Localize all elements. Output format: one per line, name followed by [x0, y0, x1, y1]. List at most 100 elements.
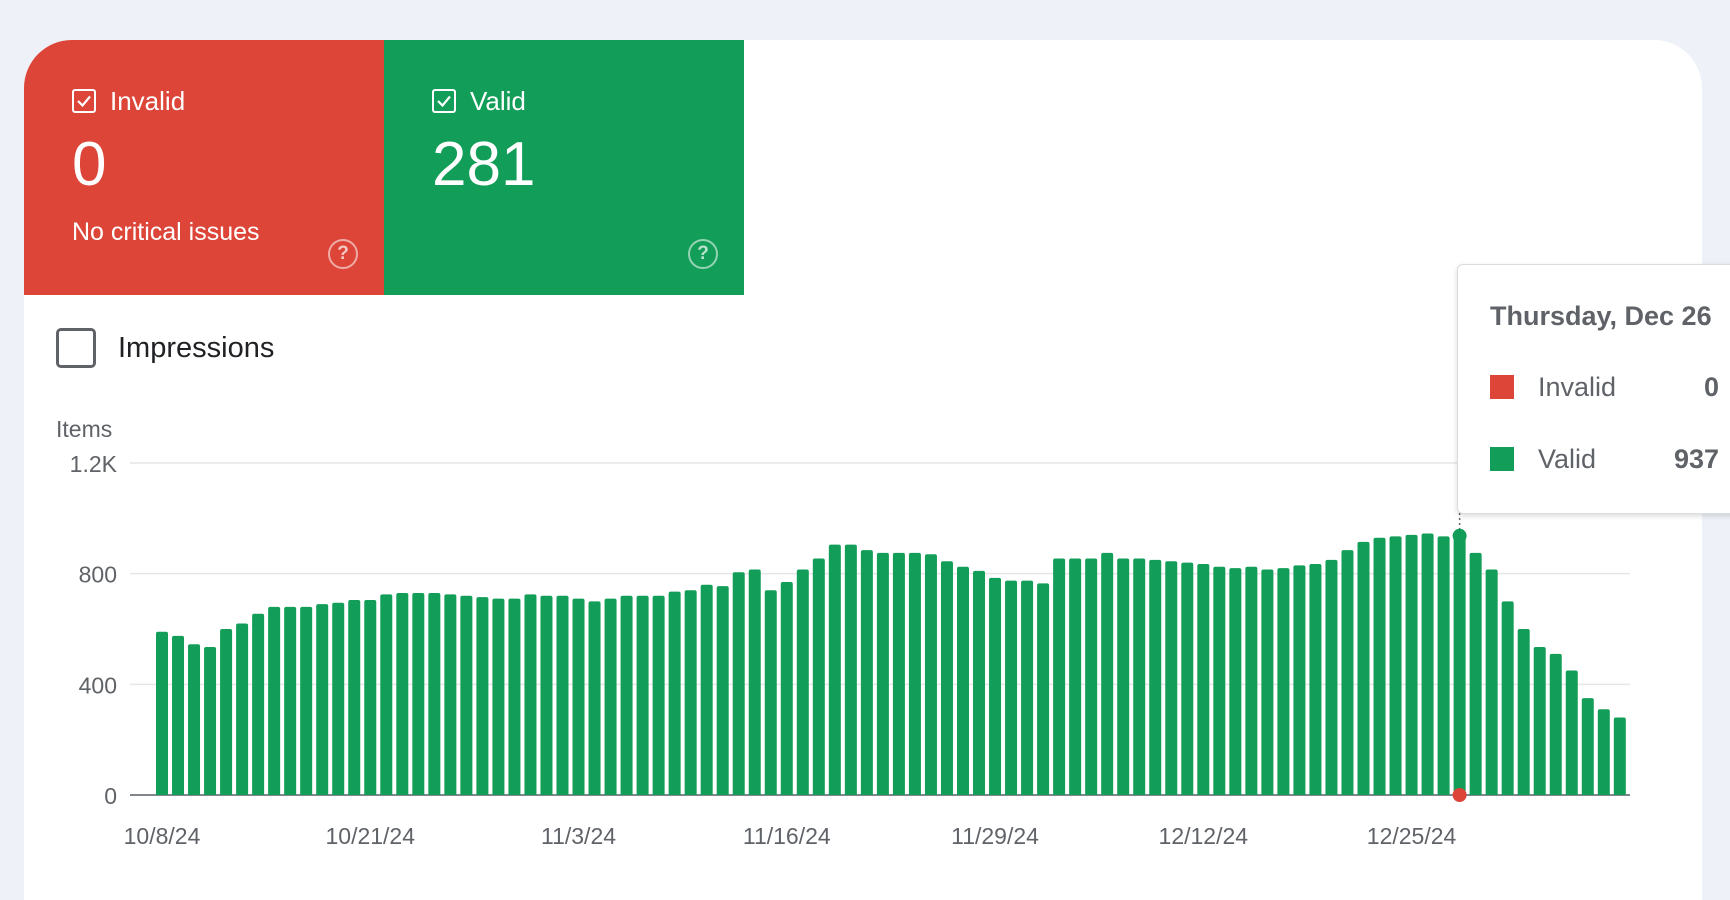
bar-valid [1149, 559, 1162, 795]
bar-valid [1181, 562, 1194, 795]
bar-valid [1517, 629, 1530, 795]
bar-valid [1117, 558, 1130, 795]
bar-valid [1613, 717, 1626, 795]
bar-valid [1101, 552, 1114, 795]
bar-valid [1037, 583, 1050, 795]
bar-valid [764, 590, 777, 795]
bar-valid [428, 593, 441, 795]
bar-valid [380, 594, 393, 795]
x-tick-label: 12/25/24 [1367, 823, 1457, 849]
bar-valid [1533, 646, 1546, 795]
bar-valid [316, 604, 329, 795]
bar-valid [1261, 569, 1274, 795]
y-tick-label: 400 [79, 672, 117, 698]
bar-valid [924, 554, 937, 795]
bar-valid [668, 591, 681, 795]
bar-valid [1085, 558, 1098, 795]
tooltip-label: Valid [1538, 443, 1597, 474]
bar-valid [700, 584, 713, 795]
bar-valid [780, 581, 793, 795]
bar-valid [284, 606, 297, 795]
bar-valid [1309, 563, 1322, 795]
bar-valid [1565, 670, 1578, 795]
bar-valid [892, 552, 905, 795]
bar-valid [828, 544, 841, 795]
y-tick-label: 800 [79, 562, 117, 588]
chart-tooltip: Thursday, Dec 26 Invalid 0 Valid 937 [1457, 264, 1730, 514]
bar-valid [412, 593, 425, 795]
bar-valid [973, 570, 986, 795]
bar-valid [812, 558, 825, 795]
bar-valid [1437, 536, 1450, 795]
tooltip-row-valid: Valid 937 [1490, 442, 1730, 476]
bar-valid [172, 635, 185, 795]
bar-valid [1325, 559, 1338, 795]
bar-valid [332, 602, 345, 795]
bar-valid [268, 606, 281, 795]
bar-valid [1053, 558, 1066, 795]
y-axis-title: Items [56, 416, 112, 442]
bar-valid [524, 594, 537, 795]
bar-valid [444, 594, 457, 795]
bar-valid [1485, 569, 1498, 795]
bar-valid [748, 569, 761, 795]
bar-valid [1165, 561, 1178, 795]
bar-valid [1277, 568, 1290, 795]
bar-valid [908, 552, 921, 795]
bar-valid [508, 598, 521, 795]
bar-valid [957, 566, 969, 795]
bar-valid [860, 550, 873, 795]
tooltip-value: 0 [1703, 371, 1719, 402]
bar-valid [876, 552, 889, 795]
bar-valid [492, 598, 505, 795]
bar-valid [476, 597, 489, 795]
x-tick-label: 11/3/24 [541, 823, 616, 849]
bar-valid [188, 644, 201, 795]
bar-valid [1069, 558, 1082, 795]
tooltip-date: Thursday, Dec 26 [1490, 301, 1712, 331]
bar-valid [236, 623, 249, 795]
bar-valid [540, 595, 553, 795]
bar-valid [796, 569, 809, 795]
bar-valid [1373, 537, 1386, 795]
bar-valid [652, 595, 665, 795]
bar-valid [220, 629, 233, 795]
tooltip-row-invalid: Invalid 0 [1490, 370, 1730, 404]
bar-valid [1133, 558, 1146, 795]
bar-valid [396, 593, 409, 795]
bar-valid [252, 613, 265, 795]
bar-valid [1421, 533, 1434, 795]
bar-valid [556, 595, 569, 795]
bar-valid [1197, 563, 1210, 795]
bar-valid [604, 598, 617, 795]
bar-valid [1005, 580, 1018, 795]
bar-valid [716, 586, 729, 795]
bar-valid [940, 561, 953, 795]
bar-valid [348, 599, 361, 795]
bar-valid [1229, 568, 1242, 795]
invalid-swatch [1490, 375, 1514, 399]
hover-point-invalid [1452, 788, 1467, 802]
bar-valid [588, 601, 601, 795]
x-tick-label: 10/8/24 [124, 823, 201, 849]
hover-point-valid [1452, 528, 1467, 543]
bar-valid [1245, 566, 1258, 795]
bar-valid [636, 595, 649, 795]
x-tick-label: 11/16/24 [743, 823, 831, 849]
bar-valid [1021, 580, 1034, 795]
bar-valid [732, 572, 745, 795]
bar-valid [300, 606, 313, 795]
bar-valid [1213, 566, 1226, 795]
bar-valid [572, 598, 585, 795]
bar-valid [1341, 550, 1354, 795]
bar-valid [1293, 565, 1306, 795]
tooltip-value: 937 [1673, 443, 1719, 474]
bar-valid [844, 544, 857, 795]
bar-valid [1357, 541, 1370, 795]
tooltip-label: Invalid [1538, 371, 1617, 402]
x-tick-label: 10/21/24 [325, 823, 415, 849]
y-tick-label: 1.2K [70, 451, 118, 477]
bar-valid [1405, 534, 1418, 795]
bar-valid [156, 631, 168, 795]
y-tick-label: 0 [104, 783, 117, 809]
